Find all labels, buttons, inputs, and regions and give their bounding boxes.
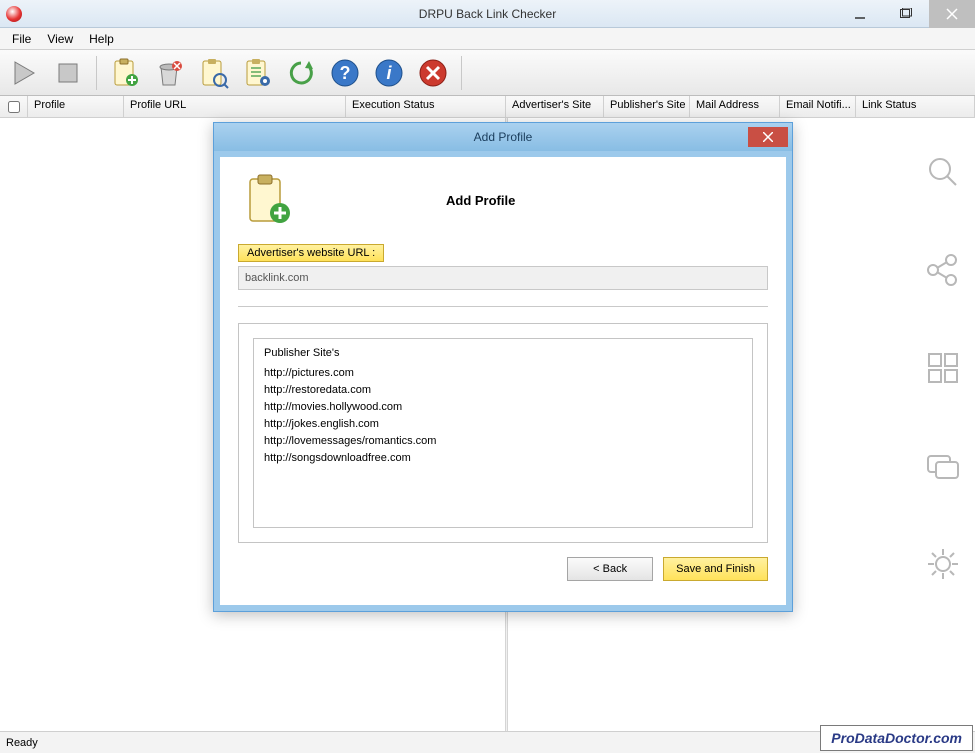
publisher-sites-header: Publisher Site's [264, 347, 742, 359]
dialog-body: Add Profile Advertiser's website URL : P… [214, 151, 792, 611]
menubar: File View Help [0, 28, 975, 50]
column-mail-address[interactable]: Mail Address [690, 96, 780, 117]
toolbar: ? i [0, 50, 975, 96]
dialog-button-row: < Back Save and Finish [238, 557, 768, 581]
maximize-button[interactable] [883, 0, 929, 28]
settings-profile-button[interactable] [237, 53, 277, 93]
play-button[interactable] [4, 53, 44, 93]
save-finish-button[interactable]: Save and Finish [663, 557, 768, 581]
advertiser-url-input[interactable] [238, 266, 768, 290]
window-title: DRPU Back Link Checker [419, 7, 556, 21]
advertiser-url-label: Advertiser's website URL : [238, 244, 384, 262]
column-profile[interactable]: Profile [28, 96, 124, 117]
dialog-separator [238, 306, 768, 307]
search-icon[interactable] [919, 148, 967, 196]
menu-file[interactable]: File [4, 30, 39, 48]
column-profile-url[interactable]: Profile URL [124, 96, 346, 117]
stop-button[interactable] [48, 53, 88, 93]
app-icon [6, 6, 22, 22]
list-item[interactable]: http://songsdownloadfree.com [264, 450, 742, 467]
toolbar-separator [461, 56, 462, 90]
menu-help[interactable]: Help [81, 30, 122, 48]
list-item[interactable]: http://lovemessages/romantics.com [264, 433, 742, 450]
delete-profile-button[interactable] [149, 53, 189, 93]
back-button[interactable]: < Back [567, 557, 653, 581]
column-email-notif[interactable]: Email Notifi... [780, 96, 856, 117]
list-item[interactable]: http://movies.hollywood.com [264, 399, 742, 416]
column-advertiser-site[interactable]: Advertiser's Site [506, 96, 604, 117]
select-all-checkbox[interactable] [8, 101, 20, 113]
menu-view[interactable]: View [39, 30, 81, 48]
toolbar-separator [96, 56, 97, 90]
dialog-close-button[interactable] [748, 127, 788, 147]
column-link-status[interactable]: Link Status [856, 96, 975, 117]
info-button[interactable]: i [369, 53, 409, 93]
gear-icon[interactable] [919, 540, 967, 588]
publisher-sites-list[interactable]: Publisher Site's http://pictures.com htt… [253, 338, 753, 528]
clipboard-add-icon [238, 171, 296, 229]
column-checkbox[interactable] [0, 96, 28, 117]
list-item[interactable]: http://pictures.com [264, 365, 742, 382]
minimize-button[interactable] [837, 0, 883, 28]
watermark-badge: ProDataDoctor.com [820, 725, 973, 751]
exit-button[interactable] [413, 53, 453, 93]
refresh-button[interactable] [281, 53, 321, 93]
share-icon[interactable] [919, 246, 967, 294]
close-button[interactable] [929, 0, 975, 28]
add-profile-button[interactable] [105, 53, 145, 93]
dialog-heading: Add Profile [446, 193, 515, 208]
svg-text:?: ? [340, 63, 351, 83]
status-ready: Ready [6, 737, 38, 749]
side-toolbar [911, 138, 975, 588]
add-profile-dialog: Add Profile Add Profile Advertiser's web… [213, 122, 793, 612]
publisher-sites-box: Publisher Site's http://pictures.com htt… [238, 323, 768, 543]
window-controls [837, 0, 975, 28]
screens-icon[interactable] [919, 442, 967, 490]
edit-profile-button[interactable] [193, 53, 233, 93]
windows-icon[interactable] [919, 344, 967, 392]
watermark-text: ProDataDoctor.com [831, 730, 962, 746]
list-item[interactable]: http://restoredata.com [264, 382, 742, 399]
dialog-title: Add Profile [474, 130, 533, 144]
help-button[interactable]: ? [325, 53, 365, 93]
column-headers: Profile Profile URL Execution Status Adv… [0, 96, 975, 118]
window-titlebar: DRPU Back Link Checker [0, 0, 975, 28]
dialog-titlebar[interactable]: Add Profile [214, 123, 792, 151]
column-exec-status[interactable]: Execution Status [346, 96, 506, 117]
column-publisher-site[interactable]: Publisher's Site [604, 96, 690, 117]
list-item[interactable]: http://jokes.english.com [264, 416, 742, 433]
